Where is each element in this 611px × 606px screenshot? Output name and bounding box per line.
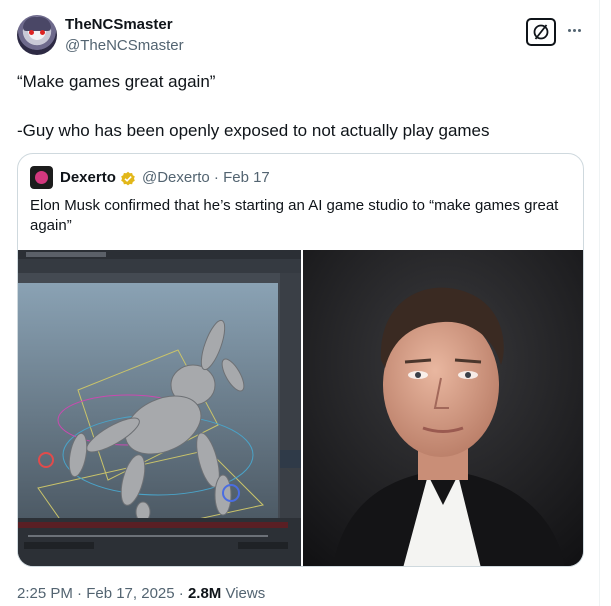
quoted-avatar[interactable] <box>30 166 53 189</box>
author-avatar[interactable] <box>17 15 57 55</box>
animation-software-illustration <box>18 250 301 566</box>
avatar-eye-right <box>40 30 45 35</box>
views-count: 2.8M <box>187 585 222 602</box>
quoted-text: Elon Musk confirmed that he’s starting a… <box>30 197 559 234</box>
tweet-timestamp-views: 2:25 PM · Feb 17, 2025 · 2.8M Views <box>17 585 265 603</box>
avatar-eye-left <box>29 30 34 35</box>
grok-button[interactable] <box>526 18 556 46</box>
tweet-timestamp[interactable]: 2:25 PM · Feb 17, 2025 · <box>17 585 188 602</box>
tweet-text-line1: “Make games great again” <box>17 72 216 91</box>
more-icon <box>567 28 571 32</box>
media-image-3d-animation[interactable] <box>18 250 301 566</box>
tweet-text-line2: -Guy who has been openly exposed to not … <box>17 121 490 140</box>
verified-badge-icon <box>121 171 135 186</box>
author-name[interactable]: TheNCSmaster <box>65 16 173 34</box>
grok-icon <box>533 24 549 40</box>
quoted-handle-date[interactable]: @Dexerto · Feb 17 <box>142 169 270 187</box>
views-label: Views <box>221 585 266 602</box>
more-options-button[interactable] <box>562 18 586 42</box>
quoted-tweet[interactable]: Dexerto @Dexerto · Feb 17 Elon Musk conf… <box>17 153 584 567</box>
tweet-card: TheNCSmaster @TheNCSmaster “Make games g… <box>0 0 600 606</box>
author-handle[interactable]: @TheNCSmaster <box>65 37 184 55</box>
portrait-photo-illustration <box>303 250 583 566</box>
quoted-media[interactable] <box>18 250 583 566</box>
avatar-hood <box>23 17 51 31</box>
quoted-author-name[interactable]: Dexerto <box>60 169 116 187</box>
media-image-portrait[interactable] <box>303 250 583 566</box>
